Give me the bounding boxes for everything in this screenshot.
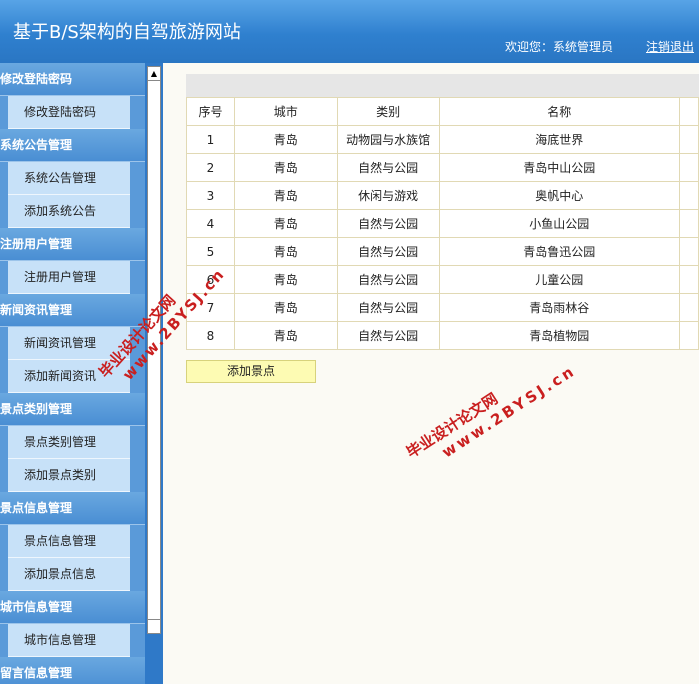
header-name: 名称: [438, 97, 681, 126]
header-index: 序号: [186, 97, 235, 126]
sidebar-item[interactable]: 修改登陆密码: [8, 96, 130, 129]
sidebar-item[interactable]: 添加系统公告: [8, 195, 130, 228]
cell-actions: [679, 181, 699, 210]
sidebar-item-wrapper: 景点信息管理: [0, 525, 145, 558]
cell-index: 1: [186, 125, 235, 154]
sidebar-section-header[interactable]: 新闻资讯管理: [0, 294, 145, 327]
header: 基于B/S架构的自驾旅游网站 欢迎您：系统管理员 注销退出: [0, 0, 699, 63]
scroll-down-icon[interactable]: [148, 619, 160, 633]
site-title: 基于B/S架构的自驾旅游网站: [13, 22, 241, 43]
sidebar-item-wrapper: 添加系统公告: [0, 195, 145, 228]
add-attraction-button[interactable]: 添加景点: [186, 360, 316, 383]
cell-actions: [679, 293, 699, 322]
sidebar-item-wrapper: 系统公告管理: [0, 162, 145, 195]
sidebar-scrollbar-frame: ▲ ◀: [145, 63, 163, 684]
cell-name: 海底世界: [438, 125, 681, 154]
sidebar-item-wrapper: 添加景点类别: [0, 459, 145, 492]
sidebar-section-header[interactable]: 修改登陆密码: [0, 63, 145, 96]
sidebar-section-header[interactable]: 景点信息管理: [0, 492, 145, 525]
collapse-sidebar-icon[interactable]: ◀: [148, 515, 160, 527]
cell-city: 青岛: [233, 209, 338, 238]
sidebar-item[interactable]: 城市信息管理: [8, 624, 130, 657]
cell-actions: [679, 209, 699, 238]
attractions-table: 序号 城市 类别 名称 1 青岛 动物园与水族馆 海底世界 2 青岛 自然与公园 青岛中山公园…: [186, 97, 699, 350]
sidebar-section-header[interactable]: 留言信息管理: [0, 657, 145, 684]
sidebar-item[interactable]: 添加景点信息: [8, 558, 130, 591]
cell-actions: [679, 237, 699, 266]
cell-category: 自然与公园: [336, 153, 440, 182]
cell-actions: [679, 321, 699, 350]
logout-link[interactable]: 注销退出: [646, 38, 694, 55]
sidebar-item[interactable]: 添加景点类别: [8, 459, 130, 492]
cell-category: 自然与公园: [336, 321, 440, 350]
cell-city: 青岛: [233, 237, 338, 266]
cell-index: 2: [186, 153, 235, 182]
cell-city: 青岛: [233, 181, 338, 210]
sidebar-item[interactable]: 景点类别管理: [8, 426, 130, 459]
table-row: 6 青岛 自然与公园 儿童公园: [186, 265, 699, 294]
sidebar-item-wrapper: 添加景点信息: [0, 558, 145, 591]
table-row: 7 青岛 自然与公园 青岛雨林谷: [186, 293, 699, 322]
cell-category: 自然与公园: [336, 293, 440, 322]
cell-actions: [679, 265, 699, 294]
table-title-bar: [186, 74, 699, 97]
cell-actions: [679, 125, 699, 154]
sidebar-item-wrapper: 城市信息管理: [0, 624, 145, 657]
cell-city: 青岛: [233, 265, 338, 294]
cell-actions: [679, 153, 699, 182]
sidebar-item-wrapper: 修改登陆密码: [0, 96, 145, 129]
table-row: 5 青岛 自然与公园 青岛鲁迅公园: [186, 237, 699, 266]
sidebar-section-header[interactable]: 注册用户管理: [0, 228, 145, 261]
cell-category: 动物园与水族馆: [336, 125, 440, 154]
sidebar-item[interactable]: 注册用户管理: [8, 261, 130, 294]
sidebar-item-wrapper: 景点类别管理: [0, 426, 145, 459]
table-row: 8 青岛 自然与公园 青岛植物园: [186, 321, 699, 350]
table-row: 3 青岛 休闲与游戏 奥帆中心: [186, 181, 699, 210]
cell-category: 自然与公园: [336, 265, 440, 294]
sidebar-section-header[interactable]: 城市信息管理: [0, 591, 145, 624]
sidebar-item[interactable]: 景点信息管理: [8, 525, 130, 558]
cell-city: 青岛: [233, 125, 338, 154]
sidebar-item-wrapper: 注册用户管理: [0, 261, 145, 294]
cell-city: 青岛: [233, 153, 338, 182]
cell-category: 自然与公园: [336, 237, 440, 266]
cell-category: 自然与公园: [336, 209, 440, 238]
cell-name: 儿童公园: [438, 265, 681, 294]
cell-city: 青岛: [233, 321, 338, 350]
main-content: 序号 城市 类别 名称 1 青岛 动物园与水族馆 海底世界 2 青岛 自然与公园 青岛中山公园…: [163, 63, 699, 684]
cell-city: 青岛: [233, 293, 338, 322]
cell-name: 小鱼山公园: [438, 209, 681, 238]
cell-index: 8: [186, 321, 235, 350]
table-row: 1 青岛 动物园与水族馆 海底世界: [186, 125, 699, 154]
cell-category: 休闲与游戏: [336, 181, 440, 210]
table-row: 2 青岛 自然与公园 青岛中山公园: [186, 153, 699, 182]
header-city: 城市: [233, 97, 338, 126]
header-actions: [679, 97, 699, 126]
sidebar-item[interactable]: 系统公告管理: [8, 162, 130, 195]
table-header-row: 序号 城市 类别 名称: [186, 97, 699, 126]
cell-index: 4: [186, 209, 235, 238]
cell-name: 青岛中山公园: [438, 153, 681, 182]
scroll-up-icon[interactable]: ▲: [148, 67, 160, 81]
cell-index: 3: [186, 181, 235, 210]
sidebar-section-header[interactable]: 系统公告管理: [0, 129, 145, 162]
cell-name: 青岛雨林谷: [438, 293, 681, 322]
sidebar-section-header[interactable]: 景点类别管理: [0, 393, 145, 426]
welcome-text: 欢迎您：系统管理员: [505, 40, 614, 54]
header-category: 类别: [336, 97, 440, 126]
cell-name: 奥帆中心: [438, 181, 681, 210]
table-row: 4 青岛 自然与公园 小鱼山公园: [186, 209, 699, 238]
cell-name: 青岛鲁迅公园: [438, 237, 681, 266]
